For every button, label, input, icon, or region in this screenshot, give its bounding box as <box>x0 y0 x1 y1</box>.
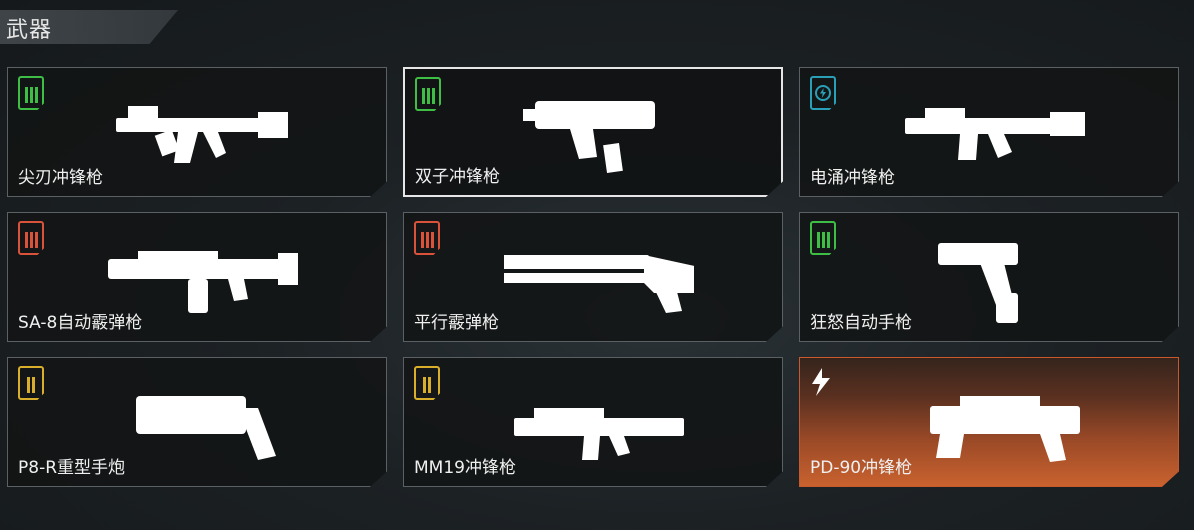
smg-weapon-icon <box>514 408 684 460</box>
weapon-card-pd90-smg[interactable]: PD-90冲锋枪 <box>799 357 1179 487</box>
weapon-card-p8r-hand-cannon[interactable]: P8-R重型手炮 <box>7 357 387 487</box>
shotgun-ammo-icon <box>414 221 440 255</box>
weapon-card-twin-smg[interactable]: 双子冲锋枪 <box>403 67 783 197</box>
special-weapon-icon <box>812 368 830 396</box>
pistol-weapon-icon <box>136 396 276 460</box>
light-ammo-icon <box>415 77 441 111</box>
heavy-ammo-icon <box>414 366 440 400</box>
smg-weapon-icon <box>523 101 655 173</box>
light-ammo-icon <box>18 76 44 110</box>
smg-weapon-icon <box>905 108 1085 160</box>
weapon-name: MM19冲锋枪 <box>414 458 516 478</box>
light-ammo-icon <box>810 221 836 255</box>
weapon-card-flatline-smg[interactable]: 尖刃冲锋枪 <box>7 67 387 197</box>
weapon-name: 电涌冲锋枪 <box>810 168 895 188</box>
smg-weapon-icon <box>116 106 288 163</box>
shotgun-weapon-icon <box>504 255 694 313</box>
weapon-card-mm19-smg[interactable]: MM19冲锋枪 <box>403 357 783 487</box>
weapon-card-sa8-shotgun[interactable]: SA-8自动霰弹枪 <box>7 212 387 342</box>
weapon-card-volt-smg[interactable]: 电涌冲锋枪 <box>799 67 1179 197</box>
heavy-ammo-icon <box>18 366 44 400</box>
weapon-name: P8-R重型手炮 <box>18 458 126 478</box>
weapon-name: PD-90冲锋枪 <box>810 458 913 478</box>
weapon-card-parallel-shotgun[interactable]: 平行霰弹枪 <box>403 212 783 342</box>
pistol-weapon-icon <box>938 243 1018 323</box>
weapon-name: SA-8自动霰弹枪 <box>18 313 143 333</box>
smg-weapon-icon <box>930 396 1080 462</box>
weapon-name: 尖刃冲锋枪 <box>18 168 103 188</box>
shotgun-ammo-icon <box>18 221 44 255</box>
weapon-name: 狂怒自动手枪 <box>810 313 912 333</box>
weapon-card-rage-pistol[interactable]: 狂怒自动手枪 <box>799 212 1179 342</box>
weapon-name: 平行霰弹枪 <box>414 313 499 333</box>
weapon-grid: 尖刃冲锋枪 双子冲锋枪 电涌冲锋枪 SA-8自动霰弹枪 平行霰弹枪 狂怒自动手枪… <box>0 0 1194 530</box>
energy-ammo-icon <box>810 76 836 110</box>
weapon-name: 双子冲锋枪 <box>415 167 500 187</box>
